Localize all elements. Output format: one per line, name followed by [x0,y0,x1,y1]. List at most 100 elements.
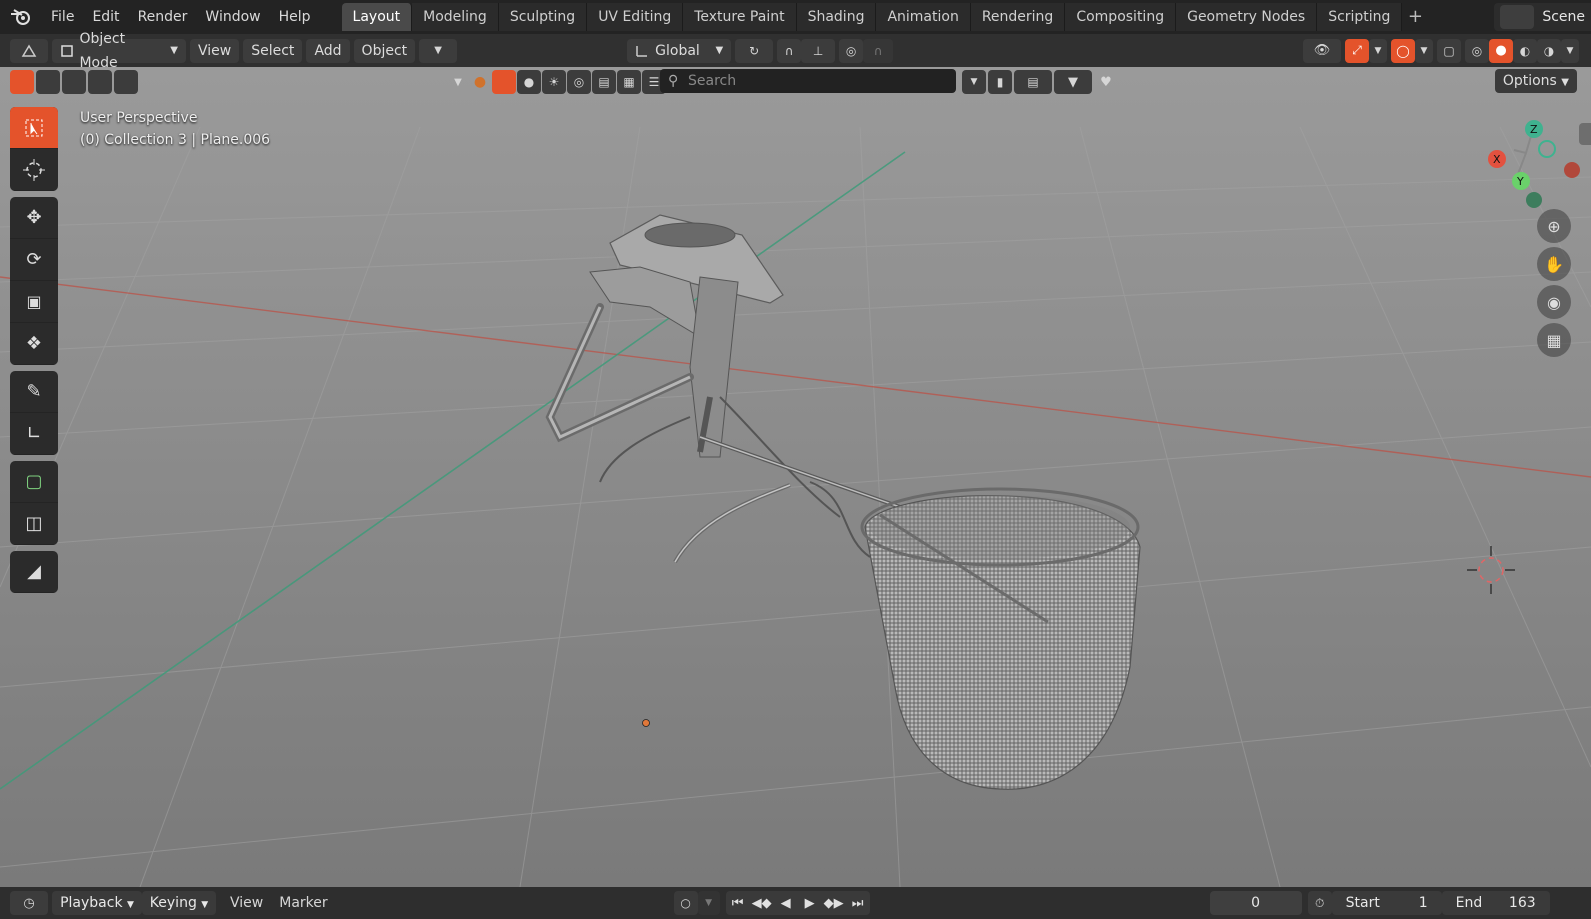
tool-group-misc: ◢ [10,551,58,593]
timeline-editor-type-icon[interactable]: ◷ [10,891,48,915]
select-invert-icon[interactable] [88,70,112,94]
scene-selector[interactable]: Scene [1494,3,1591,31]
current-frame-field[interactable]: 0 [1209,891,1302,915]
world-filter-icon[interactable]: ◎ [567,70,591,94]
perspective-toggle-icon[interactable]: ▦ [1537,323,1571,357]
snap-target-icon[interactable]: ⊥ [801,38,836,63]
prev-keyframe-icon[interactable]: ◀◆ [750,896,774,911]
tab-uv-editing[interactable]: UV Editing [587,3,684,31]
add-cube-tool[interactable]: ▢ [10,461,58,503]
tab-animation[interactable]: Animation [876,3,971,31]
filter-icon[interactable]: ▼ [1054,70,1092,94]
scene-icon[interactable] [1500,5,1535,29]
tab-texture-paint[interactable]: Texture Paint [683,3,797,31]
transform-tool[interactable]: ❖ [10,323,58,365]
light-filter-icon[interactable]: ☀ [542,70,566,94]
record-options-icon[interactable]: ▼ [697,891,720,915]
pivot-point-icon[interactable]: ↻ [735,38,774,63]
wireframe-shading-icon[interactable]: ◎ [1465,38,1489,63]
tool-group-select [10,107,58,191]
shield-icon[interactable]: ♥ [1094,70,1118,94]
gpencil-icon[interactable]: ▼ [419,38,458,63]
scale-tool[interactable]: ▣ [10,281,58,323]
keying-menu[interactable]: Keying ▼ [142,891,216,915]
move-tool[interactable]: ✥ [10,197,58,239]
editor-type-icon[interactable] [10,38,48,63]
jump-start-icon[interactable]: ⏮ [726,896,750,911]
object-menu[interactable]: Object [353,38,416,63]
sidebar-toggle-icon[interactable] [1579,123,1591,145]
blender-logo-icon[interactable] [0,0,42,34]
visibility-icon[interactable]: 👁 [1303,38,1341,63]
falloff-icon[interactable]: ∩ [863,38,894,63]
camera-view-icon[interactable]: ◉ [1537,285,1571,319]
ruler-icon: ∟ [26,423,42,444]
transform-orientation-dropdown[interactable]: Global ▼ [627,38,732,63]
menu-help[interactable]: Help [270,0,320,34]
measure-tool[interactable]: ∟ [10,413,58,455]
tab-modeling[interactable]: Modeling [412,3,499,31]
menu-file[interactable]: File [42,0,83,34]
mode-dropdown[interactable]: Object Mode ▼ [52,31,186,71]
cursor-tool[interactable] [10,149,58,191]
armature-filter-icon[interactable]: ▦ [617,70,641,94]
tab-scripting[interactable]: Scripting [1317,3,1403,31]
3d-viewport[interactable]: ▼ ● ● ☀ ◎ ▤ ▦ ☰ ⚲ Search ▼ ▮ ▤ ▼ ♥ Optio… [0,67,1591,887]
play-reverse-icon[interactable]: ◀ [774,896,798,911]
end-frame-field[interactable]: End 163 [1441,891,1550,915]
options-dropdown[interactable]: Options ▼ [1494,69,1577,93]
tab-shading[interactable]: Shading [796,3,877,31]
timeline-marker-menu[interactable]: Marker [271,895,335,911]
select-extend-icon[interactable] [36,70,60,94]
xray-icon[interactable]: ▢ [1437,38,1461,63]
stopwatch-icon[interactable]: ⏱ [1307,891,1332,915]
jump-end-icon[interactable]: ⏭ [846,896,870,911]
tab-rendering[interactable]: Rendering [970,3,1066,31]
rendered-shading-icon[interactable]: ◑ [1537,38,1561,63]
playback-menu[interactable]: Playback ▼ [52,891,142,915]
record-icon[interactable]: ○ [673,891,698,915]
solid-shading-icon[interactable]: ● [1489,38,1513,63]
menu-window[interactable]: Window [196,0,269,34]
overlay-toggle-icon[interactable]: ◯ [1391,38,1415,63]
camera-filter-icon[interactable]: ▤ [592,70,616,94]
tab-geometry-nodes[interactable]: Geometry Nodes [1176,3,1318,31]
bookmark-icon[interactable]: ▮ [988,70,1012,94]
overlay-dropdown-icon[interactable]: ▼ [1415,38,1433,63]
snap-icon[interactable]: ∩ [777,38,802,63]
mesh-filter-icon[interactable] [492,70,516,94]
material-shading-icon[interactable]: ◐ [1513,38,1537,63]
search-input[interactable]: ⚲ Search [660,69,956,93]
gizmo-toggle-icon[interactable]: ⤢ [1345,38,1369,63]
play-icon[interactable]: ▶ [798,896,822,911]
tab-sculpting[interactable]: Sculpting [498,3,588,31]
filter-expand-icon[interactable]: ▼ [448,70,468,94]
search-dropdown-icon[interactable]: ▼ [962,70,986,94]
extrude-tool[interactable]: ◫ [10,503,58,545]
cage-tool[interactable]: ◢ [10,551,58,593]
rotate-tool[interactable]: ⟳ [10,239,58,281]
zoom-icon[interactable]: ⊕ [1537,209,1571,243]
proportional-edit-icon[interactable]: ◎ [839,38,864,63]
gizmo-dropdown-icon[interactable]: ▼ [1369,38,1387,63]
next-keyframe-icon[interactable]: ◆▶ [822,896,846,911]
hand-pan-icon[interactable]: ✋ [1537,247,1571,281]
add-menu[interactable]: Add [306,38,350,63]
display-mode-icon[interactable]: ▤ [1014,70,1052,94]
object-filter-icon[interactable]: ● [469,70,491,94]
add-workspace-button[interactable]: + [1402,3,1428,31]
sphere-filter-icon[interactable]: ● [517,70,541,94]
select-box-tool[interactable] [10,107,58,149]
select-new-icon[interactable] [10,70,34,94]
shading-dropdown-icon[interactable]: ▼ [1561,38,1579,63]
start-frame-field[interactable]: Start 1 [1331,891,1442,915]
select-subtract-icon[interactable] [62,70,86,94]
tab-layout[interactable]: Layout [341,3,413,31]
navigation-gizmo[interactable]: Z X Y [1471,107,1581,217]
select-intersect-icon[interactable] [114,70,138,94]
timeline-view-menu[interactable]: View [222,895,271,911]
select-menu[interactable]: Select [243,38,303,63]
annotate-tool[interactable]: ✎ [10,371,58,413]
view-menu[interactable]: View [190,38,240,63]
tab-compositing[interactable]: Compositing [1065,3,1177,31]
